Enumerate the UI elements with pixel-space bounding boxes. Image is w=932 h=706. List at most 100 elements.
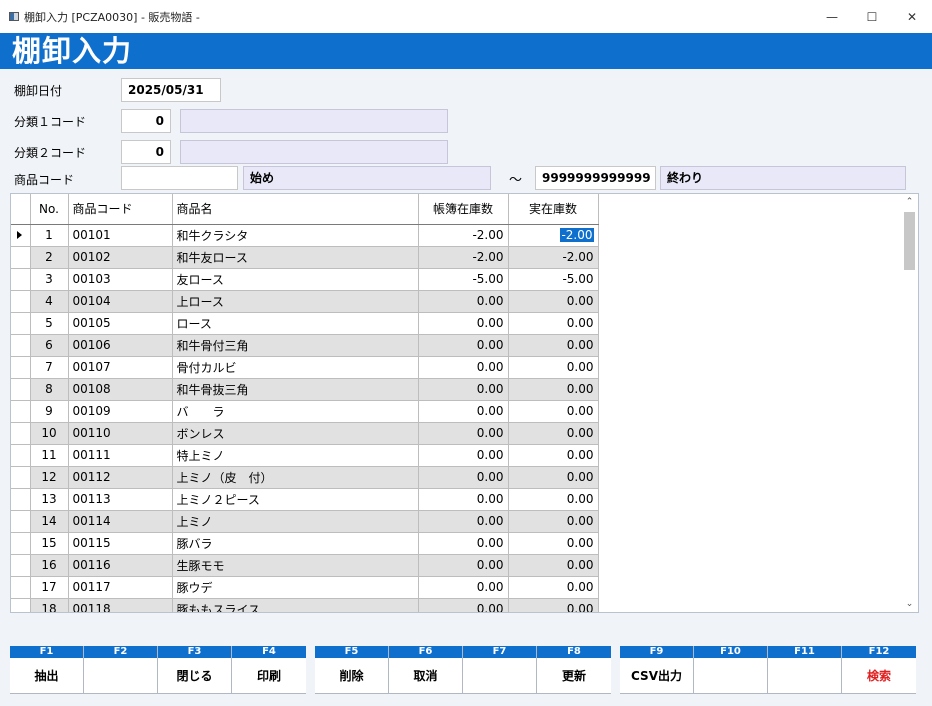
inventory-grid[interactable]: No. 商品コード 商品名 帳簿在庫数 実在庫数 1 00101 和牛クラシタ -2.… bbox=[10, 193, 919, 613]
table-row[interactable]: 10 00110 ボンレス 0.00 0.00 bbox=[11, 422, 599, 445]
close-button[interactable]: ✕ bbox=[892, 0, 932, 33]
cell-book-stock: 0.00 bbox=[418, 422, 509, 445]
table-row[interactable]: 16 00116 生豚モモ 0.00 0.00 bbox=[11, 554, 599, 577]
cell-actual-stock-text: 0.00 bbox=[566, 492, 594, 506]
cell-actual-stock[interactable]: 0.00 bbox=[508, 598, 599, 612]
minimize-button[interactable]: — bbox=[812, 0, 852, 33]
cell-product-name: 和牛友ロース bbox=[172, 246, 419, 269]
cell-actual-stock[interactable]: -5.00 bbox=[508, 268, 599, 291]
cell-actual-stock[interactable]: 0.00 bbox=[508, 312, 599, 335]
row-selector[interactable] bbox=[11, 576, 31, 599]
cell-actual-stock[interactable]: 0.00 bbox=[508, 378, 599, 401]
row-selector[interactable] bbox=[11, 224, 31, 247]
date-field[interactable]: 2025/05/31 bbox=[121, 78, 221, 102]
table-row[interactable]: 15 00115 豚バラ 0.00 0.00 bbox=[11, 532, 599, 555]
cell-no-text: 7 bbox=[45, 360, 53, 374]
table-row[interactable]: 1 00101 和牛クラシタ -2.00 -2.00 bbox=[11, 224, 599, 247]
fkey-number: F11 bbox=[768, 646, 841, 658]
grid-vertical-scrollbar[interactable]: ⌃ ⌄ bbox=[901, 194, 918, 612]
fkey-f2[interactable]: F2 bbox=[84, 646, 158, 694]
col-header-no[interactable]: No. bbox=[30, 194, 69, 225]
cell-actual-stock[interactable]: 0.00 bbox=[508, 466, 599, 489]
row-selector[interactable] bbox=[11, 444, 31, 467]
table-row[interactable]: 3 00103 友ロース -5.00 -5.00 bbox=[11, 268, 599, 291]
cell-book-stock: 0.00 bbox=[418, 488, 509, 511]
fkey-f5-delete[interactable]: F5 削除 bbox=[315, 646, 389, 694]
fkey-f6-cancel[interactable]: F6 取消 bbox=[389, 646, 463, 694]
row-selector[interactable] bbox=[11, 246, 31, 269]
product-code-from-field[interactable] bbox=[121, 166, 238, 190]
row-selector[interactable] bbox=[11, 510, 31, 533]
fkey-f4-print[interactable]: F4 印刷 bbox=[232, 646, 306, 694]
scroll-down-icon[interactable]: ⌄ bbox=[901, 596, 918, 612]
fkey-f10[interactable]: F10 bbox=[694, 646, 768, 694]
category1-label: 分類１コード bbox=[14, 115, 87, 129]
table-row[interactable]: 17 00117 豚ウデ 0.00 0.00 bbox=[11, 576, 599, 599]
fkey-f12-search[interactable]: F12 検索 bbox=[842, 646, 916, 694]
row-selector[interactable] bbox=[11, 466, 31, 489]
fkey-f9-csv[interactable]: F9 CSV出力 bbox=[620, 646, 694, 694]
cell-actual-stock[interactable]: 0.00 bbox=[508, 576, 599, 599]
fkey-f8-update[interactable]: F8 更新 bbox=[537, 646, 611, 694]
table-row[interactable]: 5 00105 ロース 0.00 0.00 bbox=[11, 312, 599, 335]
cell-actual-stock[interactable]: 0.00 bbox=[508, 554, 599, 577]
table-row[interactable]: 7 00107 骨付カルビ 0.00 0.00 bbox=[11, 356, 599, 379]
category1-code-field[interactable]: 0 bbox=[121, 109, 171, 133]
inventory-table: No. 商品コード 商品名 帳簿在庫数 実在庫数 1 00101 和牛クラシタ -2.… bbox=[11, 194, 599, 612]
cell-actual-stock[interactable]: 0.00 bbox=[508, 334, 599, 357]
row-selector[interactable] bbox=[11, 488, 31, 511]
row-selector[interactable] bbox=[11, 334, 31, 357]
fkey-f11[interactable]: F11 bbox=[768, 646, 842, 694]
scroll-up-icon[interactable]: ⌃ bbox=[901, 194, 918, 210]
col-header-name[interactable]: 商品名 bbox=[172, 194, 419, 225]
row-selector[interactable] bbox=[11, 378, 31, 401]
cell-actual-stock[interactable]: 0.00 bbox=[508, 356, 599, 379]
table-row[interactable]: 13 00113 上ミノ２ピース 0.00 0.00 bbox=[11, 488, 599, 511]
table-row[interactable]: 2 00102 和牛友ロース -2.00 -2.00 bbox=[11, 246, 599, 269]
table-row[interactable]: 4 00104 上ロース 0.00 0.00 bbox=[11, 290, 599, 313]
cell-actual-stock[interactable]: -2.00 bbox=[508, 224, 599, 247]
cell-book-stock-text: 0.00 bbox=[476, 382, 504, 396]
table-row[interactable]: 12 00112 上ミノ（皮 付） 0.00 0.00 bbox=[11, 466, 599, 489]
cell-no: 18 bbox=[30, 598, 69, 612]
row-selector[interactable] bbox=[11, 598, 31, 612]
fkey-f3-close[interactable]: F3 閉じる bbox=[158, 646, 232, 694]
table-row[interactable]: 8 00108 和牛骨抜三角 0.00 0.00 bbox=[11, 378, 599, 401]
cell-product-code: 00112 bbox=[68, 466, 173, 489]
cell-actual-stock[interactable]: 0.00 bbox=[508, 510, 599, 533]
cell-no-text: 16 bbox=[41, 558, 57, 572]
product-code-to-field[interactable]: 9999999999999 bbox=[535, 166, 656, 190]
cell-product-name-text: 上ミノ２ピース bbox=[176, 492, 260, 507]
cell-product-code-text: 00104 bbox=[72, 294, 111, 308]
table-row[interactable]: 9 00109 バ ラ 0.00 0.00 bbox=[11, 400, 599, 423]
maximize-button[interactable]: ☐ bbox=[852, 0, 892, 33]
row-selector[interactable] bbox=[11, 532, 31, 555]
scroll-thumb[interactable] bbox=[904, 212, 915, 270]
col-header-actual-stock[interactable]: 実在庫数 bbox=[508, 194, 599, 225]
col-header-book-stock[interactable]: 帳簿在庫数 bbox=[418, 194, 509, 225]
table-row[interactable]: 6 00106 和牛骨付三角 0.00 0.00 bbox=[11, 334, 599, 357]
cell-actual-stock[interactable]: 0.00 bbox=[508, 290, 599, 313]
cell-book-stock: -5.00 bbox=[418, 268, 509, 291]
table-row[interactable]: 14 00114 上ミノ 0.00 0.00 bbox=[11, 510, 599, 533]
row-selector[interactable] bbox=[11, 268, 31, 291]
cell-actual-stock[interactable]: -2.00 bbox=[508, 246, 599, 269]
row-selector[interactable] bbox=[11, 422, 31, 445]
cell-actual-stock[interactable]: 0.00 bbox=[508, 532, 599, 555]
table-row[interactable]: 18 00118 豚ももスライス 0.00 0.00 bbox=[11, 598, 599, 612]
cell-no: 13 bbox=[30, 488, 69, 511]
row-selector[interactable] bbox=[11, 356, 31, 379]
row-selector[interactable] bbox=[11, 312, 31, 335]
cell-actual-stock[interactable]: 0.00 bbox=[508, 488, 599, 511]
cell-actual-stock[interactable]: 0.00 bbox=[508, 400, 599, 423]
col-header-code[interactable]: 商品コード bbox=[68, 194, 173, 225]
row-selector[interactable] bbox=[11, 290, 31, 313]
cell-actual-stock[interactable]: 0.00 bbox=[508, 422, 599, 445]
fkey-f7[interactable]: F7 bbox=[463, 646, 537, 694]
category2-code-field[interactable]: 0 bbox=[121, 140, 171, 164]
row-selector[interactable] bbox=[11, 400, 31, 423]
row-selector[interactable] bbox=[11, 554, 31, 577]
cell-actual-stock[interactable]: 0.00 bbox=[508, 444, 599, 467]
table-row[interactable]: 11 00111 特上ミノ 0.00 0.00 bbox=[11, 444, 599, 467]
fkey-f1-extract[interactable]: F1 抽出 bbox=[10, 646, 84, 694]
